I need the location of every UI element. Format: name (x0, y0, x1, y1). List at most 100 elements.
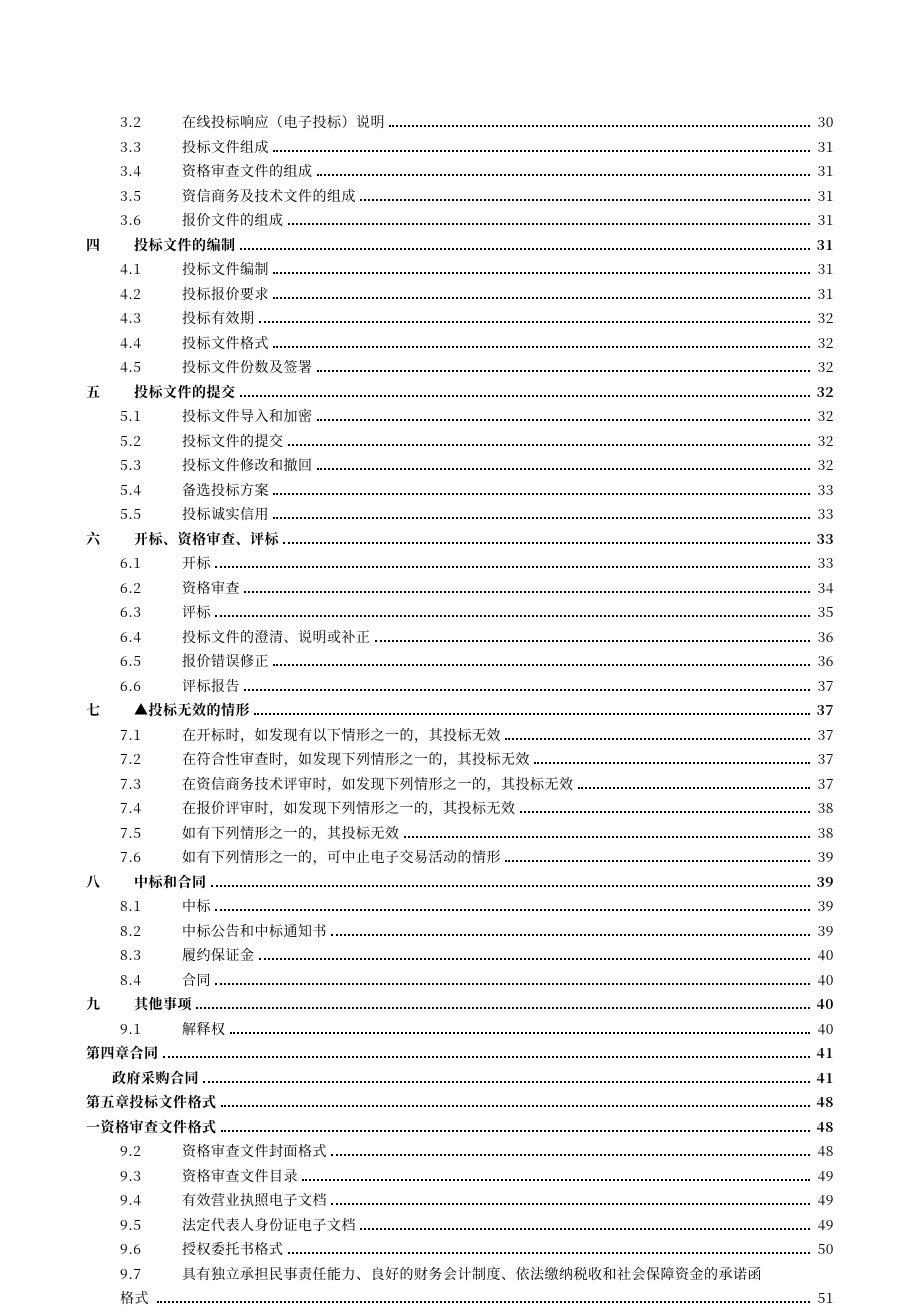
toc-page: 37 (814, 747, 834, 772)
toc-number: 六 (86, 527, 134, 552)
toc-dots (163, 1048, 811, 1058)
toc-dots (404, 827, 811, 837)
toc-title: 履约保证金 (182, 943, 255, 968)
toc-number: 8.1 (120, 894, 182, 919)
toc-entry: 3.6报价文件的组成31 (86, 208, 834, 233)
toc-number: 8.2 (120, 919, 182, 944)
toc-title: 开标 (182, 551, 211, 576)
toc-dots (196, 999, 810, 1009)
toc-number: 4.3 (120, 306, 182, 331)
toc-title: 投标文件的提交 (182, 429, 284, 454)
toc-title: 其他事项 (134, 992, 192, 1017)
toc-dots (254, 705, 810, 715)
toc-dots (215, 974, 810, 984)
toc-title: 在报价评审时，如发现下列情形之一的，其投标无效 (182, 796, 516, 821)
toc-entry: 5.3投标文件修改和撤回32 (86, 453, 834, 478)
toc-page: 31 (814, 159, 834, 184)
toc-page: 32 (814, 306, 834, 331)
toc-dots (520, 803, 811, 813)
toc-title: 法定代表人身份证电子文档 (182, 1213, 356, 1238)
toc-entry: 9.7具有独立承担民事责任能力、良好的财务会计制度、依法缴纳税收和社会保障资金的… (86, 1262, 834, 1287)
toc-entry: 八中标和合同39 (86, 870, 834, 895)
toc-page: 49 (814, 1213, 834, 1238)
toc-dots (317, 460, 811, 470)
toc-title: 如有下列情形之一的，其投标无效 (182, 821, 400, 846)
toc-title: 中标 (182, 894, 211, 919)
toc-title: 具有独立承担民事责任能力、良好的财务会计制度、依法缴纳税收和社会保障资金的承诺函 (182, 1262, 762, 1287)
toc-number: 8.4 (120, 968, 182, 993)
toc-dots (360, 190, 810, 200)
toc-title: 第四章合同 (86, 1041, 159, 1066)
toc-entry: 第五章投标文件格式 48 (86, 1090, 834, 1115)
toc-title: 在开标时，如发现有以下情形之一的，其投标无效 (182, 723, 501, 748)
toc-page: 40 (814, 1017, 834, 1042)
toc-title: 解释权 (182, 1017, 226, 1042)
toc-number: 7.4 (120, 796, 182, 821)
toc-title: 中标公告和中标通知书 (182, 919, 327, 944)
toc-entry: 一资格审查文件格式 48 (86, 1115, 834, 1140)
toc-title: 备选投标方案 (182, 478, 269, 503)
toc-entry: 6.1开标33 (86, 551, 834, 576)
toc-page: 40 (814, 968, 834, 993)
toc-dots (283, 533, 810, 543)
toc-entry-continuation: 格式 51 (86, 1286, 834, 1311)
toc-entry: 4.2投标报价要求31 (86, 282, 834, 307)
toc-dots (215, 607, 810, 617)
toc-dots (578, 778, 811, 788)
toc-number: 3.5 (120, 184, 182, 209)
toc-dots (221, 1097, 811, 1107)
toc-page: 33 (814, 551, 834, 576)
toc-dots (505, 852, 810, 862)
toc-number: 5.1 (120, 404, 182, 429)
toc-number: 4.2 (120, 282, 182, 307)
toc-title: 投标文件的提交 (134, 380, 236, 405)
toc-number: 3.3 (120, 135, 182, 160)
toc-entry: 3.2在线投标响应（电子投标）说明30 (86, 110, 834, 135)
toc-title: 投标文件导入和加密 (182, 404, 313, 429)
toc-number: 5.5 (120, 502, 182, 527)
toc-page: 41 (814, 1041, 834, 1066)
toc-page: 37 (814, 723, 834, 748)
toc-dots (273, 264, 810, 274)
toc-page: 38 (814, 821, 834, 846)
toc-number: 八 (86, 870, 134, 895)
toc-dots (288, 435, 811, 445)
toc-title: 投标文件组成 (182, 135, 269, 160)
toc-title: 投标文件的澄清、说明或补正 (182, 625, 371, 650)
toc-number: 9.5 (120, 1213, 182, 1238)
toc-dots (389, 117, 810, 127)
toc-dots (221, 1121, 811, 1131)
toc-entry: 8.4合同40 (86, 968, 834, 993)
toc-dots (259, 313, 811, 323)
toc-page: 39 (814, 845, 834, 870)
toc-dots (331, 1146, 810, 1156)
toc-entry: 六开标、资格审查、评标 33 (86, 527, 834, 552)
toc-dots (331, 925, 810, 935)
toc-entry: 6.5报价错误修正36 (86, 649, 834, 674)
toc-title: 资格审查文件的组成 (182, 159, 313, 184)
toc-title: 如有下列情形之一的，可中止电子交易活动的情形 (182, 845, 501, 870)
toc-page: 39 (814, 870, 834, 895)
toc-dots (215, 558, 810, 568)
toc-entry: 8.3履约保证金40 (86, 943, 834, 968)
toc-number: 8.3 (120, 943, 182, 968)
toc-title: 投标诚实信用 (182, 502, 269, 527)
toc-page: 31 (814, 282, 834, 307)
toc-dots (273, 141, 810, 151)
toc-entry: 九其他事项 40 (86, 992, 834, 1017)
toc-page: 33 (814, 527, 834, 552)
toc-number: 七 (86, 698, 134, 723)
toc-entry: 3.4资格审查文件的组成31 (86, 159, 834, 184)
toc-title: 投标文件格式 (182, 331, 269, 356)
toc-title: 投标有效期 (182, 306, 255, 331)
toc-title: 资信商务及技术文件的组成 (182, 184, 356, 209)
toc-title: 在线投标响应（电子投标）说明 (182, 110, 385, 135)
toc-page: 34 (814, 576, 834, 601)
toc-title: 报价文件的组成 (182, 208, 284, 233)
toc-entry: 6.6评标报告37 (86, 674, 834, 699)
toc-entry: 8.2中标公告和中标通知书39 (86, 919, 834, 944)
toc-page: 31 (814, 184, 834, 209)
toc-number: 6.4 (120, 625, 182, 650)
toc-page: 48 (814, 1090, 834, 1115)
toc-number: 5.2 (120, 429, 182, 454)
